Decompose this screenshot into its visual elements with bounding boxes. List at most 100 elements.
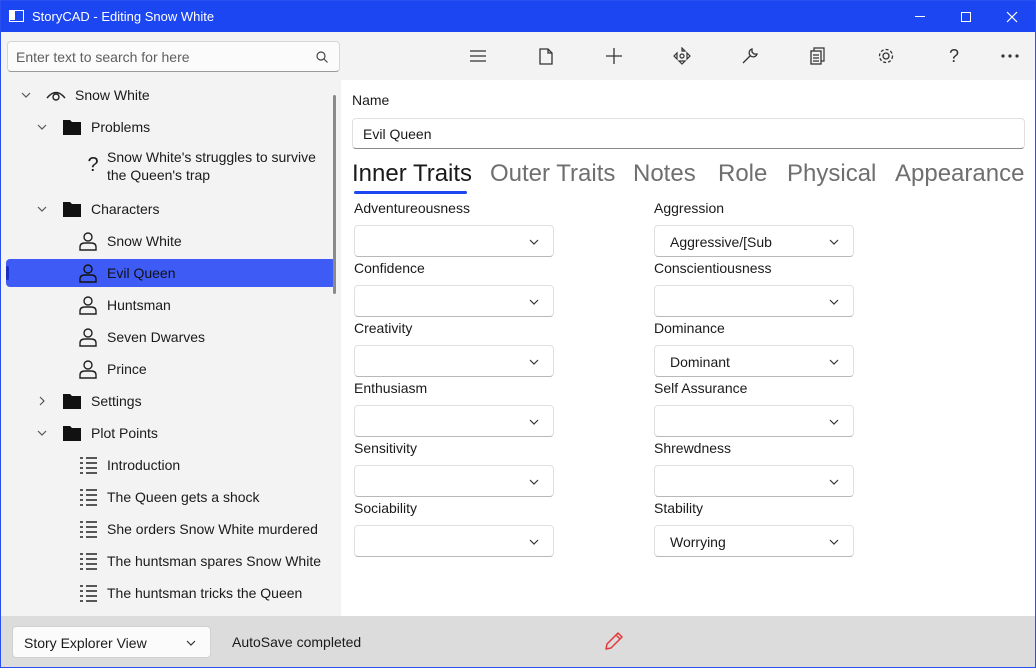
enthusiasm-select[interactable]	[354, 405, 554, 437]
search-input[interactable]	[16, 47, 311, 67]
active-tab-indicator	[354, 191, 467, 194]
tab-outer-traits[interactable]: Outer Traits	[490, 160, 615, 188]
tree-item-label: Settings	[91, 393, 142, 409]
select-value: Dominant	[670, 354, 730, 370]
chevron-down-icon	[829, 239, 839, 245]
chevron-down-icon[interactable]	[36, 121, 48, 133]
name-input[interactable]	[363, 125, 1003, 143]
stability-select[interactable]: Worrying	[654, 525, 854, 557]
tree-scrollbar[interactable]	[333, 95, 336, 294]
more-button[interactable]	[998, 44, 1022, 68]
tree-item-seven-dwarves[interactable]: Seven Dwarves	[6, 323, 336, 351]
chevron-down-icon	[529, 239, 539, 245]
tree-item-label: Snow White's struggles to survive the Qu…	[107, 149, 316, 183]
more-icon	[1001, 54, 1019, 58]
chevron-down-icon[interactable]	[20, 89, 32, 101]
tree-item-label: Plot Points	[91, 425, 158, 441]
tree-item-huntsman-spares[interactable]: The huntsman spares Snow White	[6, 547, 336, 575]
tree-item-label: She orders Snow White murdered	[107, 521, 318, 537]
tree-item-evil-queen[interactable]: Evil Queen	[6, 259, 336, 287]
tools-button[interactable]	[738, 44, 762, 68]
menu-icon	[470, 50, 486, 62]
close-icon	[1006, 11, 1018, 22]
tree-item-prince[interactable]: Prince	[6, 355, 336, 383]
tree-item-settings[interactable]: Settings	[6, 387, 336, 415]
field-label: Sociability	[354, 500, 418, 516]
field-label: Stability	[654, 500, 704, 516]
tree-item-problems[interactable]: Problems	[6, 113, 336, 141]
field-label: Confidence	[354, 260, 425, 276]
tree-item-snow-white[interactable]: Snow White	[6, 227, 336, 255]
field-label: Conscientiousness	[654, 260, 772, 276]
person-icon	[79, 328, 97, 347]
person-icon	[79, 296, 97, 315]
adventureousness-select[interactable]	[354, 225, 554, 257]
conscientiousness-select[interactable]	[654, 285, 854, 317]
view-select[interactable]: Story Explorer View	[12, 626, 211, 658]
tree-item-label: Prince	[107, 361, 147, 377]
help-button[interactable]: ?	[942, 44, 966, 68]
menu-button[interactable]	[466, 44, 490, 68]
name-field[interactable]	[352, 118, 1025, 149]
person-icon	[79, 264, 97, 283]
list-icon	[80, 553, 97, 570]
tab-appearance[interactable]: Appearance	[895, 160, 1024, 188]
gear-icon	[878, 48, 894, 64]
tree-item-orders-murder[interactable]: She orders Snow White murdered	[6, 515, 336, 543]
field-label: Aggression	[654, 200, 725, 216]
chevron-down-icon	[829, 479, 839, 485]
tab-notes[interactable]: Notes	[633, 160, 696, 188]
tab-physical[interactable]: Physical	[787, 160, 876, 188]
tab-inner-traits[interactable]: Inner Traits	[352, 160, 472, 188]
dominance-select[interactable]: Dominant	[654, 345, 854, 377]
search-box[interactable]	[7, 41, 340, 72]
story-explorer-tree: Snow White Problems ? Snow White's strug…	[1, 79, 341, 616]
tree-item-huntsman-tricks[interactable]: The huntsman tricks the Queen	[6, 579, 336, 607]
chevron-right-icon[interactable]	[36, 395, 48, 407]
name-label: Name	[352, 92, 390, 108]
confidence-select[interactable]	[354, 285, 554, 317]
field-label: Creativity	[354, 320, 413, 336]
add-icon	[606, 48, 622, 64]
tree-item-introduction[interactable]: Introduction	[6, 451, 336, 479]
tree-item-label: Evil Queen	[107, 265, 176, 281]
tree-item-huntsman[interactable]: Huntsman	[6, 291, 336, 319]
chevron-down-icon	[529, 479, 539, 485]
minimize-button[interactable]	[897, 1, 943, 32]
eye-icon	[46, 91, 66, 101]
tree-item-label: Snow White	[75, 87, 150, 103]
self-assurance-select[interactable]	[654, 405, 854, 437]
shrewdness-select[interactable]	[654, 465, 854, 497]
aggression-select[interactable]: Aggressive/[Sub	[654, 225, 854, 257]
maximize-button[interactable]	[943, 1, 989, 32]
close-button[interactable]	[989, 1, 1035, 32]
sociability-select[interactable]	[354, 525, 554, 557]
file-button[interactable]	[534, 44, 558, 68]
add-button[interactable]	[602, 44, 626, 68]
field-label: Adventureousness	[354, 200, 470, 216]
tree-item-characters[interactable]: Characters	[6, 195, 336, 223]
chevron-down-icon[interactable]	[36, 427, 48, 439]
tab-role[interactable]: Role	[718, 160, 767, 188]
tree-item-queen-shock[interactable]: The Queen gets a shock	[6, 483, 336, 511]
chevron-down-icon[interactable]	[36, 203, 48, 215]
move-button[interactable]	[670, 44, 694, 68]
move-icon	[673, 47, 691, 65]
question-icon: ?	[87, 154, 99, 176]
tree-item-plot-points[interactable]: Plot Points	[6, 419, 336, 447]
status-bar: Story Explorer View AutoSave completed	[1, 616, 1035, 667]
sensitivity-select[interactable]	[354, 465, 554, 497]
search-icon[interactable]	[315, 50, 329, 64]
chevron-down-icon	[529, 299, 539, 305]
wrench-icon	[742, 48, 758, 64]
chevron-down-icon	[829, 359, 839, 365]
creativity-select[interactable]	[354, 345, 554, 377]
window-title: StoryCAD - Editing Snow White	[32, 9, 215, 24]
toolbar: ?	[341, 32, 1035, 80]
tree-item-label: The Queen gets a shock	[107, 489, 260, 505]
settings-button[interactable]	[874, 44, 898, 68]
tree-item-label: Problems	[91, 119, 151, 135]
tree-item-problem[interactable]: ? Snow White's struggles to survive the …	[6, 145, 336, 187]
copy-button[interactable]	[806, 44, 830, 68]
tree-item-snow-white-story[interactable]: Snow White	[6, 81, 336, 109]
